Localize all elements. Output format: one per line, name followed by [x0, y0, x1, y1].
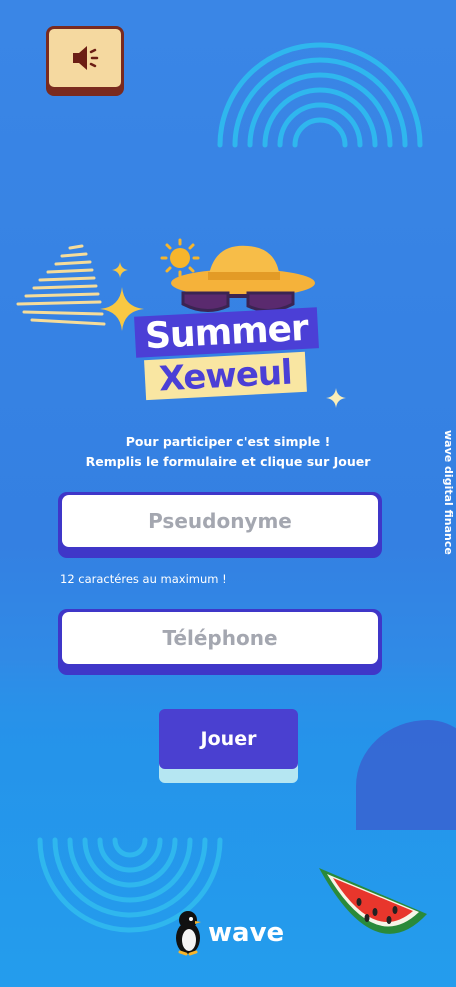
brand-name: wave: [208, 918, 285, 948]
rainbow-decoration-top: [217, 42, 423, 148]
pseudonym-hint: 12 caractéres au maximum !: [60, 572, 227, 586]
side-label: wave digital finance: [442, 430, 455, 555]
sparkle-icon-light: [326, 388, 346, 408]
speaker-icon: [73, 46, 99, 70]
pseudonym-placeholder: Pseudonyme: [148, 509, 292, 533]
penguin-icon: [176, 911, 201, 956]
sparkle-icon: [100, 287, 144, 331]
sparkle-icon-small: [112, 262, 128, 278]
intro-line2: Remplis le formulaire et clique sur Joue…: [85, 454, 371, 469]
logo-line1: Summer: [134, 307, 319, 358]
summer-xeweul-logo: Summer Xeweul: [100, 232, 360, 412]
sand-decoration: [16, 244, 106, 326]
phone-field-frame: Téléphone: [58, 609, 382, 675]
intro-text: Pour participer c'est simple ! Remplis l…: [0, 432, 456, 472]
play-button-wrap: Jouer: [159, 709, 298, 783]
sound-toggle-button[interactable]: [46, 26, 124, 90]
phone-placeholder: Téléphone: [162, 626, 278, 650]
intro-line1: Pour participer c'est simple !: [125, 434, 331, 449]
logo-line2: Xeweul: [144, 351, 307, 401]
pseudonym-input[interactable]: Pseudonyme: [62, 495, 378, 547]
brand-logo: wave: [172, 910, 284, 956]
pseudonym-field-frame: Pseudonyme: [58, 492, 382, 558]
hat-and-sunglasses-icon: [171, 245, 315, 312]
play-button[interactable]: Jouer: [159, 709, 298, 769]
watermelon-icon: [319, 868, 427, 934]
phone-input[interactable]: Téléphone: [62, 612, 378, 664]
